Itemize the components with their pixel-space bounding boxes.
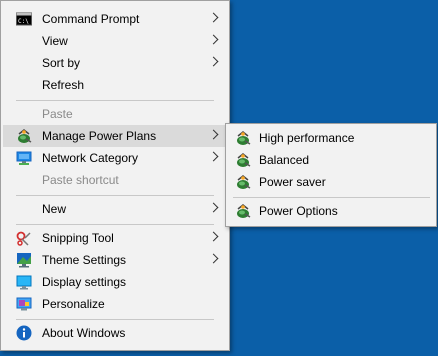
desktop: { "context_menu": { "items": [ {"label":… [0, 0, 438, 356]
menu-separator [233, 197, 430, 198]
submenu-item-balanced[interactable]: Balanced [228, 149, 434, 171]
info-icon [16, 325, 32, 341]
power-plan-icon [16, 128, 32, 144]
menu-item-label: View [42, 34, 68, 48]
menu-item-label: Manage Power Plans [42, 129, 157, 143]
menu-item-command-prompt[interactable]: Command Prompt [3, 8, 227, 30]
menu-item-refresh[interactable]: Refresh [3, 74, 227, 96]
menu-item-manage-power-plans[interactable]: Manage Power Plans [3, 125, 227, 147]
theme-icon [16, 252, 32, 268]
submenu-item-label: Balanced [259, 153, 310, 167]
menu-item-snipping-tool[interactable]: Snipping Tool [3, 227, 227, 249]
menu-item-label: Display settings [42, 275, 127, 289]
menu-item-label: About Windows [42, 326, 126, 340]
chevron-right-icon [208, 34, 219, 45]
submenu-item-power-options[interactable]: Power Options [228, 200, 434, 222]
menu-separator [16, 100, 214, 101]
power-plan-icon [235, 174, 251, 190]
menu-item-theme-settings[interactable]: Theme Settings [3, 249, 227, 271]
menu-separator [16, 319, 214, 320]
menu-item-network-category[interactable]: Network Category [3, 147, 227, 169]
chevron-right-icon [208, 129, 219, 140]
chevron-right-icon [208, 12, 219, 23]
menu-item-paste: Paste [3, 103, 227, 125]
chevron-right-icon [208, 56, 219, 67]
menu-item-label: Command Prompt [42, 12, 140, 26]
menu-item-about-windows[interactable]: About Windows [3, 322, 227, 344]
chevron-right-icon [208, 202, 219, 213]
menu-item-display-settings[interactable]: Display settings [3, 271, 227, 293]
submenu-item-label: Power saver [259, 175, 326, 189]
personalize-icon [16, 296, 32, 312]
power-plans-submenu: High performance Balanced Power saver Po… [225, 123, 437, 227]
desktop-context-menu: Command Prompt View Sort by Refresh Past… [0, 0, 230, 351]
power-plan-icon [235, 130, 251, 146]
menu-separator [16, 224, 214, 225]
command-prompt-icon [16, 11, 32, 27]
menu-item-label: Sort by [42, 56, 81, 70]
submenu-item-high-performance[interactable]: High performance [228, 127, 434, 149]
menu-item-new[interactable]: New [3, 198, 227, 220]
menu-item-label: New [42, 202, 67, 216]
menu-item-label: Personalize [42, 297, 105, 311]
menu-item-sort-by[interactable]: Sort by [3, 52, 227, 74]
network-icon [16, 150, 32, 166]
menu-item-label: Snipping Tool [42, 231, 114, 245]
snipping-tool-icon [16, 230, 32, 246]
power-plan-icon [235, 203, 251, 219]
menu-separator [16, 195, 214, 196]
menu-item-label: Network Category [42, 151, 139, 165]
menu-item-paste-shortcut: Paste shortcut [3, 169, 227, 191]
menu-item-view[interactable]: View [3, 30, 227, 52]
chevron-right-icon [208, 231, 219, 242]
submenu-item-label: Power Options [259, 204, 338, 218]
menu-item-label: Paste [42, 107, 73, 121]
chevron-right-icon [208, 151, 219, 162]
menu-item-label: Theme Settings [42, 253, 127, 267]
chevron-right-icon [208, 253, 219, 264]
submenu-item-power-saver[interactable]: Power saver [228, 171, 434, 193]
menu-item-label: Refresh [42, 78, 85, 92]
menu-item-label: Paste shortcut [42, 173, 119, 187]
menu-item-personalize[interactable]: Personalize [3, 293, 227, 315]
power-plan-icon [235, 152, 251, 168]
display-icon [16, 274, 32, 290]
submenu-item-label: High performance [259, 131, 355, 145]
